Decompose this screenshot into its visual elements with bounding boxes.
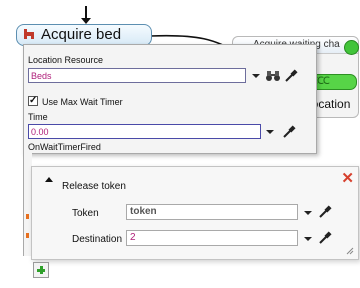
token-dropdown-arrow-icon[interactable] <box>304 211 312 215</box>
use-max-wait-timer-checkbox[interactable]: ✓ <box>28 96 38 106</box>
location-eyedropper-icon[interactable] <box>284 69 298 83</box>
on-wait-timer-fired-label: OnWaitTimerFired <box>28 142 101 152</box>
token-eyedropper-icon[interactable] <box>318 205 332 219</box>
location-resource-label: Location Resource <box>28 55 104 65</box>
activity-node-label: Acquire bed <box>41 26 122 43</box>
token-field[interactable]: token <box>126 204 298 220</box>
binoculars-icon[interactable] <box>265 70 281 82</box>
destination-field[interactable]: 2 <box>126 230 298 246</box>
collapse-icon[interactable] <box>45 177 53 182</box>
release-token-title: Release token <box>62 181 126 192</box>
activity-properties-panel: Location Resource Beds ✓ Use Max Wait Ti… <box>23 44 317 154</box>
time-label: Time <box>28 112 48 122</box>
time-eyedropper-icon[interactable] <box>282 125 296 139</box>
trigger-marker-icon <box>26 214 29 219</box>
activity-node-icon <box>24 29 34 39</box>
resize-grip-icon[interactable] <box>346 247 354 255</box>
add-icon-vertical <box>40 266 43 274</box>
time-field[interactable]: 0.00 <box>28 124 261 139</box>
trigger-marker-icon <box>26 233 29 238</box>
release-token-panel: Release token ✕ Token token Destination … <box>31 166 359 260</box>
activity-node-acquire-bed[interactable]: Acquire bed <box>16 24 152 46</box>
use-max-wait-timer-label: Use Max Wait Timer <box>42 97 123 107</box>
location-resource-field[interactable]: Beds <box>28 68 246 83</box>
add-button[interactable] <box>33 262 49 278</box>
destination-eyedropper-icon[interactable] <box>318 231 332 245</box>
close-icon[interactable]: ✕ <box>341 171 354 186</box>
destination-label: Destination <box>72 234 123 245</box>
status-circle-icon <box>344 40 359 55</box>
destination-dropdown-arrow-icon[interactable] <box>304 237 312 241</box>
token-label: Token <box>72 208 99 219</box>
location-dropdown-arrow-icon[interactable] <box>252 74 260 78</box>
time-dropdown-arrow-icon[interactable] <box>266 130 274 134</box>
